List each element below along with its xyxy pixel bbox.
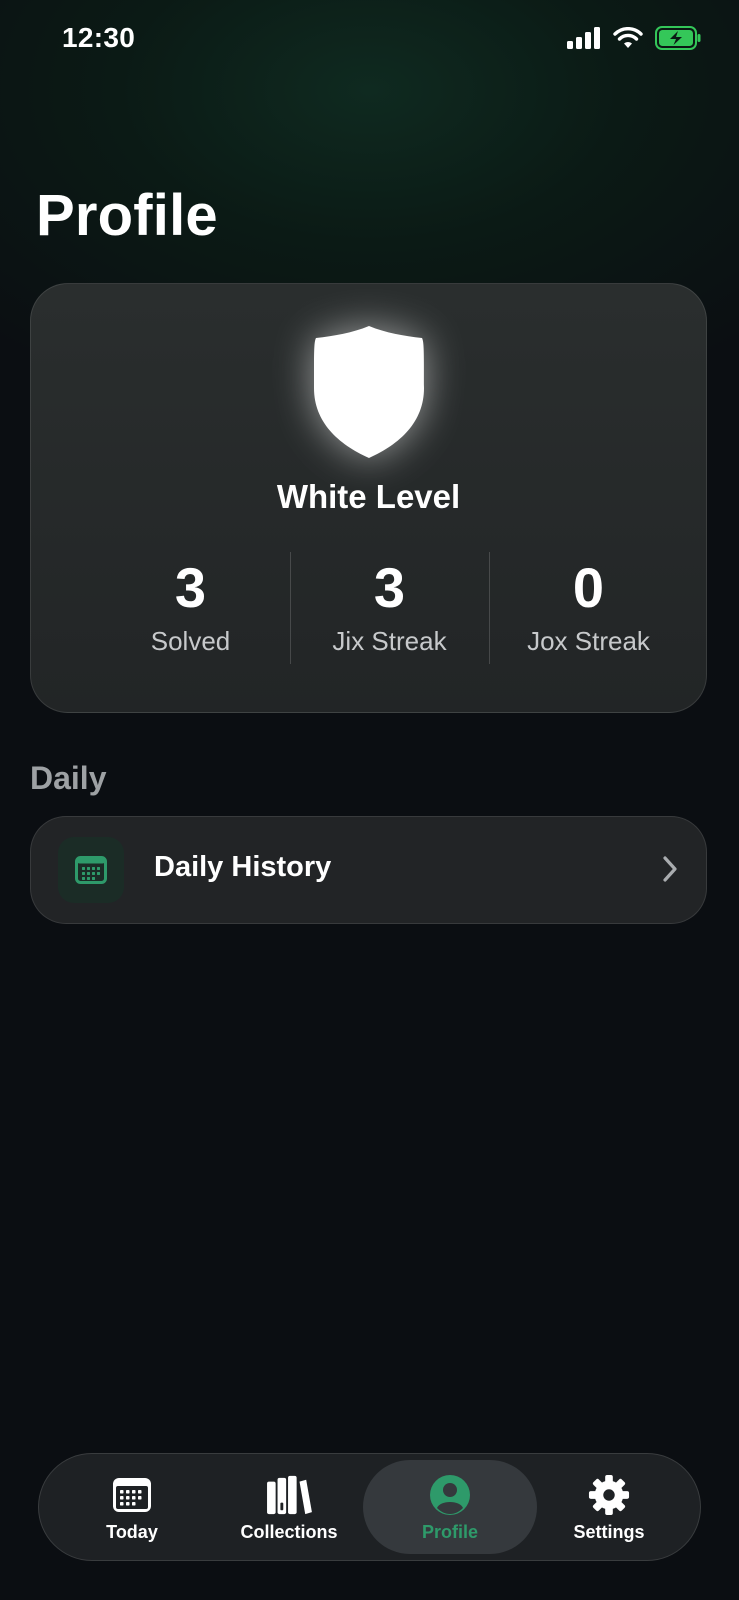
profile-card: White Level 3 Solved 3 Jix Streak 0 Jox … xyxy=(30,283,707,713)
tab-label: Collections xyxy=(240,1522,338,1542)
stat-value: 0 xyxy=(572,556,605,619)
daily-history-label: Daily History xyxy=(154,851,332,883)
stat-value: 3 xyxy=(373,556,406,619)
stat-jix-streak: 3 Jix Streak xyxy=(290,552,489,672)
stat-label: Solved xyxy=(150,626,231,656)
tab-label: Settings xyxy=(573,1522,645,1542)
stats-row: 3 Solved 3 Jix Streak 0 Jox Streak xyxy=(91,552,688,672)
tab-today[interactable]: Today xyxy=(67,1460,197,1554)
tab-collections[interactable]: Collections xyxy=(219,1460,359,1554)
stat-value: 3 xyxy=(174,556,207,619)
status-time: 12:30 xyxy=(62,22,136,53)
battery-icon xyxy=(655,26,701,50)
tab-label: Today xyxy=(106,1522,158,1542)
books-icon xyxy=(267,1475,312,1515)
stat-solved: 3 Solved xyxy=(91,552,290,672)
section-label-daily: Daily xyxy=(30,760,107,796)
daily-history-row[interactable]: Daily History xyxy=(30,816,707,924)
stat-label: Jox Streak xyxy=(527,626,650,656)
shield-icon xyxy=(306,322,432,462)
tab-bar: Today Collections Profile Settings xyxy=(38,1453,701,1561)
tab-settings[interactable]: Settings xyxy=(547,1460,671,1554)
status-bar: 12:30 xyxy=(0,0,739,80)
page-title: Profile xyxy=(36,183,218,248)
calendar-icon xyxy=(58,837,124,903)
signal-icon xyxy=(567,27,600,49)
status-icons xyxy=(567,26,701,50)
tab-label: Profile xyxy=(421,1522,478,1542)
tab-profile[interactable]: Profile xyxy=(363,1460,537,1554)
calendar-icon xyxy=(113,1478,151,1512)
stat-jox-streak: 0 Jox Streak xyxy=(489,552,688,672)
gear-icon xyxy=(588,1474,630,1516)
stat-label: Jix Streak xyxy=(332,626,447,656)
person-circle-icon xyxy=(430,1475,470,1515)
level-name: White Level xyxy=(276,478,461,515)
chevron-right-icon xyxy=(663,856,677,882)
wifi-icon xyxy=(613,27,643,48)
